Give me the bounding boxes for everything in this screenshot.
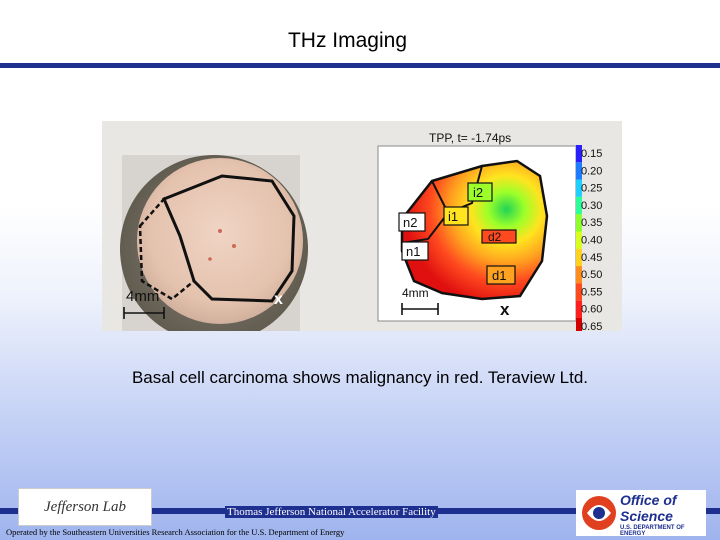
colorbar-tick-label: 0.20 xyxy=(581,165,602,177)
colorbar-tick-label: 0.60 xyxy=(581,304,602,316)
colorbar-tick-label: 0.45 xyxy=(581,252,602,264)
colorbar-tick-label: 0.65 xyxy=(581,321,602,331)
tissue-spot xyxy=(208,257,212,261)
region-label-i2: i2 xyxy=(473,185,483,200)
doe-emblem-icon xyxy=(582,496,616,530)
office-of-science-logo: Office of Science U.S. DEPARTMENT OF ENE… xyxy=(576,490,706,537)
photo-x-marker: x xyxy=(274,291,283,308)
doe-logo-line3: U.S. DEPARTMENT OF ENERGY xyxy=(620,525,685,537)
colorbar-tick-label: 0.35 xyxy=(581,217,602,229)
thz-title: TPP, t= -1.74ps xyxy=(429,131,511,145)
region-label-d2: d2 xyxy=(488,230,502,244)
slide-caption: Basal cell carcinoma shows malignancy in… xyxy=(131,368,589,387)
colorbar: 0.15 0.20 0.25 0.30 0.35 0.40 0.45 0.50 0.55 0.60… xyxy=(576,145,602,336)
colorbar-tick-label: 0.30 xyxy=(581,200,602,212)
region-label-i1: i1 xyxy=(448,209,458,224)
slide-title: THz Imaging xyxy=(270,26,425,56)
doe-logo-line1: Office of xyxy=(620,492,677,508)
colorbar-tick-label: 0.25 xyxy=(581,183,602,195)
region-label-n1: n1 xyxy=(406,244,420,259)
tissue-spot xyxy=(218,229,222,233)
photo-scale-label: 4mm xyxy=(126,288,159,305)
colorbar-tick-label: 0.40 xyxy=(581,235,602,247)
figure-svg: 4mm x TPP, t= -1.74ps n2 i1 i2 d2 n1 d1 … xyxy=(120,131,602,343)
jefferson-lab-logo-text: Jefferson Lab xyxy=(43,499,127,515)
thz-scale-label: 4mm xyxy=(402,286,429,300)
region-label-d1: d1 xyxy=(492,268,506,283)
colorbar-tick-label: 0.15 xyxy=(581,148,602,160)
operated-by-text: Operated by the Southeastern Universitie… xyxy=(6,527,345,537)
tissue-spot xyxy=(232,244,236,248)
colorbar-tick-label: 0.55 xyxy=(581,286,602,298)
colorbar-tick-label: 0.50 xyxy=(581,269,602,281)
jefferson-lab-logo: Jefferson Lab xyxy=(18,488,152,526)
thz-figure: 4mm x TPP, t= -1.74ps n2 i1 i2 d2 n1 d1 … xyxy=(102,121,622,343)
doe-logo-line2: Science xyxy=(620,508,673,524)
title-rule xyxy=(0,63,720,68)
facility-name: Thomas Jefferson National Accelerator Fa… xyxy=(225,506,438,518)
region-label-n2: n2 xyxy=(403,215,417,230)
thz-x-marker: x xyxy=(500,300,510,319)
